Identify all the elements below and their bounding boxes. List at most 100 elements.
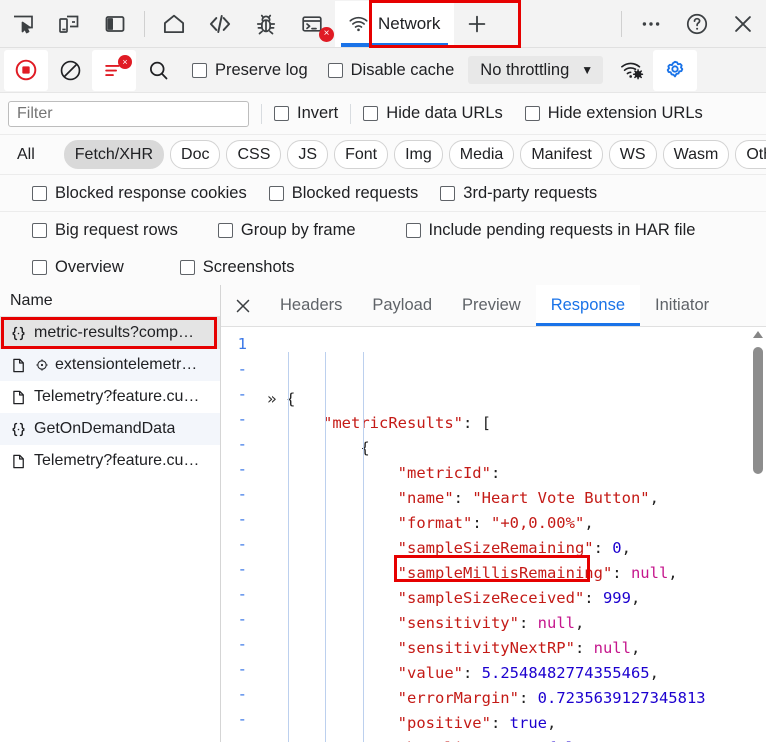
invert-box[interactable] <box>274 106 289 121</box>
vertical-scrollbar[interactable] <box>750 327 766 742</box>
json-line: "errorMargin": 0.7235639127345813 <box>253 686 766 711</box>
filter-toggle-button[interactable]: × <box>92 49 136 91</box>
close-detail-icon[interactable] <box>221 285 265 326</box>
option-3rd-party-requests[interactable]: 3rd-party requests <box>440 184 597 203</box>
preserve-log-box[interactable] <box>192 62 207 78</box>
inspect-element-icon[interactable] <box>0 1 46 47</box>
network-settings-gear-icon[interactable] <box>653 49 698 91</box>
detail-tab-headers[interactable]: Headers <box>265 285 357 326</box>
line-pad <box>267 489 286 507</box>
option-blocked-response-cookies[interactable]: Blocked response cookies <box>32 184 247 203</box>
type-filter-fetch-xhr[interactable]: Fetch/XHR <box>63 140 165 169</box>
option-screenshots[interactable]: Screenshots <box>179 258 294 277</box>
home-icon[interactable] <box>151 1 197 47</box>
panel-icon-group: × <box>151 0 335 47</box>
json-token-p: : <box>593 539 613 557</box>
json-token-p: : <box>490 714 510 732</box>
network-conditions-icon[interactable] <box>609 50 653 91</box>
fold-marker: - <box>237 585 247 603</box>
option-blocked-requests-box[interactable] <box>268 185 284 201</box>
option-3rd-party-requests-label: 3rd-party requests <box>463 183 598 202</box>
scrollbar-thumb[interactable] <box>753 347 763 474</box>
fold-marker: - <box>237 635 247 653</box>
option-big-request-rows-box[interactable] <box>32 223 47 238</box>
tab-network-label: Network <box>378 13 441 33</box>
json-token-k: "sampleMillisRemaining" <box>397 564 613 582</box>
help-icon[interactable] <box>674 1 720 47</box>
close-devtools-icon[interactable] <box>720 1 766 47</box>
network-toolbar: × Preserve log Disable cache No throttli… <box>0 48 766 93</box>
type-filter-css[interactable]: CSS <box>226 140 282 169</box>
filter-input[interactable] <box>8 100 249 127</box>
tab-network[interactable]: Network <box>335 0 455 47</box>
option-big-request-rows[interactable]: Big request rows <box>32 221 178 240</box>
request-row[interactable]: metric-results?comp… <box>0 317 220 349</box>
json-token-p: , <box>621 539 631 557</box>
detail-tab-payload[interactable]: Payload <box>357 285 447 326</box>
json-token-nl: null <box>537 614 575 632</box>
request-row[interactable]: GetOnDemandData <box>0 413 220 445</box>
fold-marker: - <box>237 535 247 553</box>
document-icon <box>9 389 28 406</box>
record-button[interactable] <box>4 49 48 91</box>
option-screenshots-box[interactable] <box>179 260 195 275</box>
option-blocked-response-cookies-box[interactable] <box>32 185 47 201</box>
type-filter-manifest[interactable]: Manifest <box>520 140 603 169</box>
detail-tab-preview[interactable]: Preview <box>447 285 536 326</box>
type-filter-other[interactable]: Other <box>735 140 766 169</box>
clear-log-button[interactable] <box>48 50 92 91</box>
type-filter-doc[interactable]: Doc <box>170 140 221 169</box>
preserve-log-checkbox[interactable]: Preserve log <box>192 61 308 80</box>
option-include-pending-requests-in-har-file-label: Include pending requests in HAR file <box>428 221 696 239</box>
add-panel-button[interactable] <box>454 1 500 47</box>
json-token-p: : <box>490 464 501 482</box>
detail-tab-initiator[interactable]: Initiator <box>640 285 724 326</box>
request-row[interactable]: Telemetry?feature.cu… <box>0 445 220 477</box>
json-code[interactable]: » { "metricResults": [ { "metricId": "na… <box>253 327 766 742</box>
option-blocked-requests[interactable]: Blocked requests <box>268 184 418 203</box>
hide-extension-urls-box[interactable] <box>524 106 540 121</box>
option-overview-box[interactable] <box>32 260 47 275</box>
debugger-icon[interactable] <box>243 1 289 47</box>
option-include-pending-requests-in-har-file[interactable]: Include pending requests in HAR file <box>405 221 696 240</box>
response-body-viewer[interactable]: 1 - - - - - - - - - - - - - - - » { "metricResults": [ … <box>221 327 766 742</box>
hide-data-urls-checkbox[interactable]: Hide data URLs <box>363 104 503 123</box>
scroll-up-arrow-icon[interactable] <box>753 331 763 338</box>
dock-side-icon[interactable] <box>92 1 138 47</box>
device-toolbar-icon[interactable] <box>46 1 92 47</box>
option-overview[interactable]: Overview <box>32 258 124 277</box>
invert-checkbox[interactable]: Invert <box>274 104 338 123</box>
json-line: "sampleSizeRemaining": 0, <box>253 536 766 561</box>
fold-marker: - <box>237 510 247 528</box>
console-icon[interactable]: × <box>289 1 335 47</box>
fold-marker: - <box>237 560 247 578</box>
option-include-pending-requests-in-har-file-box[interactable] <box>405 223 421 238</box>
type-filter-wasm[interactable]: Wasm <box>662 140 730 169</box>
expand-chevron-icon[interactable]: » <box>267 389 277 408</box>
detail-tab-response[interactable]: Response <box>535 285 641 326</box>
hide-extension-urls-checkbox[interactable]: Hide extension URLs <box>524 104 703 123</box>
type-filter-media[interactable]: Media <box>448 140 515 169</box>
option-group-by-frame[interactable]: Group by frame <box>217 221 356 240</box>
json-token-p: : [ <box>462 414 491 432</box>
type-filter-font[interactable]: Font <box>334 140 389 169</box>
throttling-dropdown[interactable]: No throttling ▼ <box>468 56 604 84</box>
type-filter-js[interactable]: JS <box>287 140 329 169</box>
disable-cache-checkbox[interactable]: Disable cache <box>327 61 454 80</box>
option-group-by-frame-box[interactable] <box>217 223 233 238</box>
type-filter-ws[interactable]: WS <box>608 140 657 169</box>
json-token-p: { <box>360 439 370 457</box>
search-button[interactable] <box>136 50 180 91</box>
option-group-by-frame-label: Group by frame <box>240 221 356 239</box>
elements-icon[interactable] <box>197 1 243 47</box>
option-3rd-party-requests-box[interactable] <box>440 185 456 201</box>
request-row[interactable]: extensiontelemetr… <box>0 349 220 381</box>
disable-cache-box[interactable] <box>327 62 343 78</box>
type-filter-img[interactable]: Img <box>394 140 443 169</box>
more-options-icon[interactable] <box>628 1 674 47</box>
hide-data-urls-box[interactable] <box>363 106 379 121</box>
request-row[interactable]: Telemetry?feature.cu… <box>0 381 220 413</box>
type-filter-all[interactable]: All <box>8 140 44 169</box>
json-token-p: , <box>630 589 641 607</box>
